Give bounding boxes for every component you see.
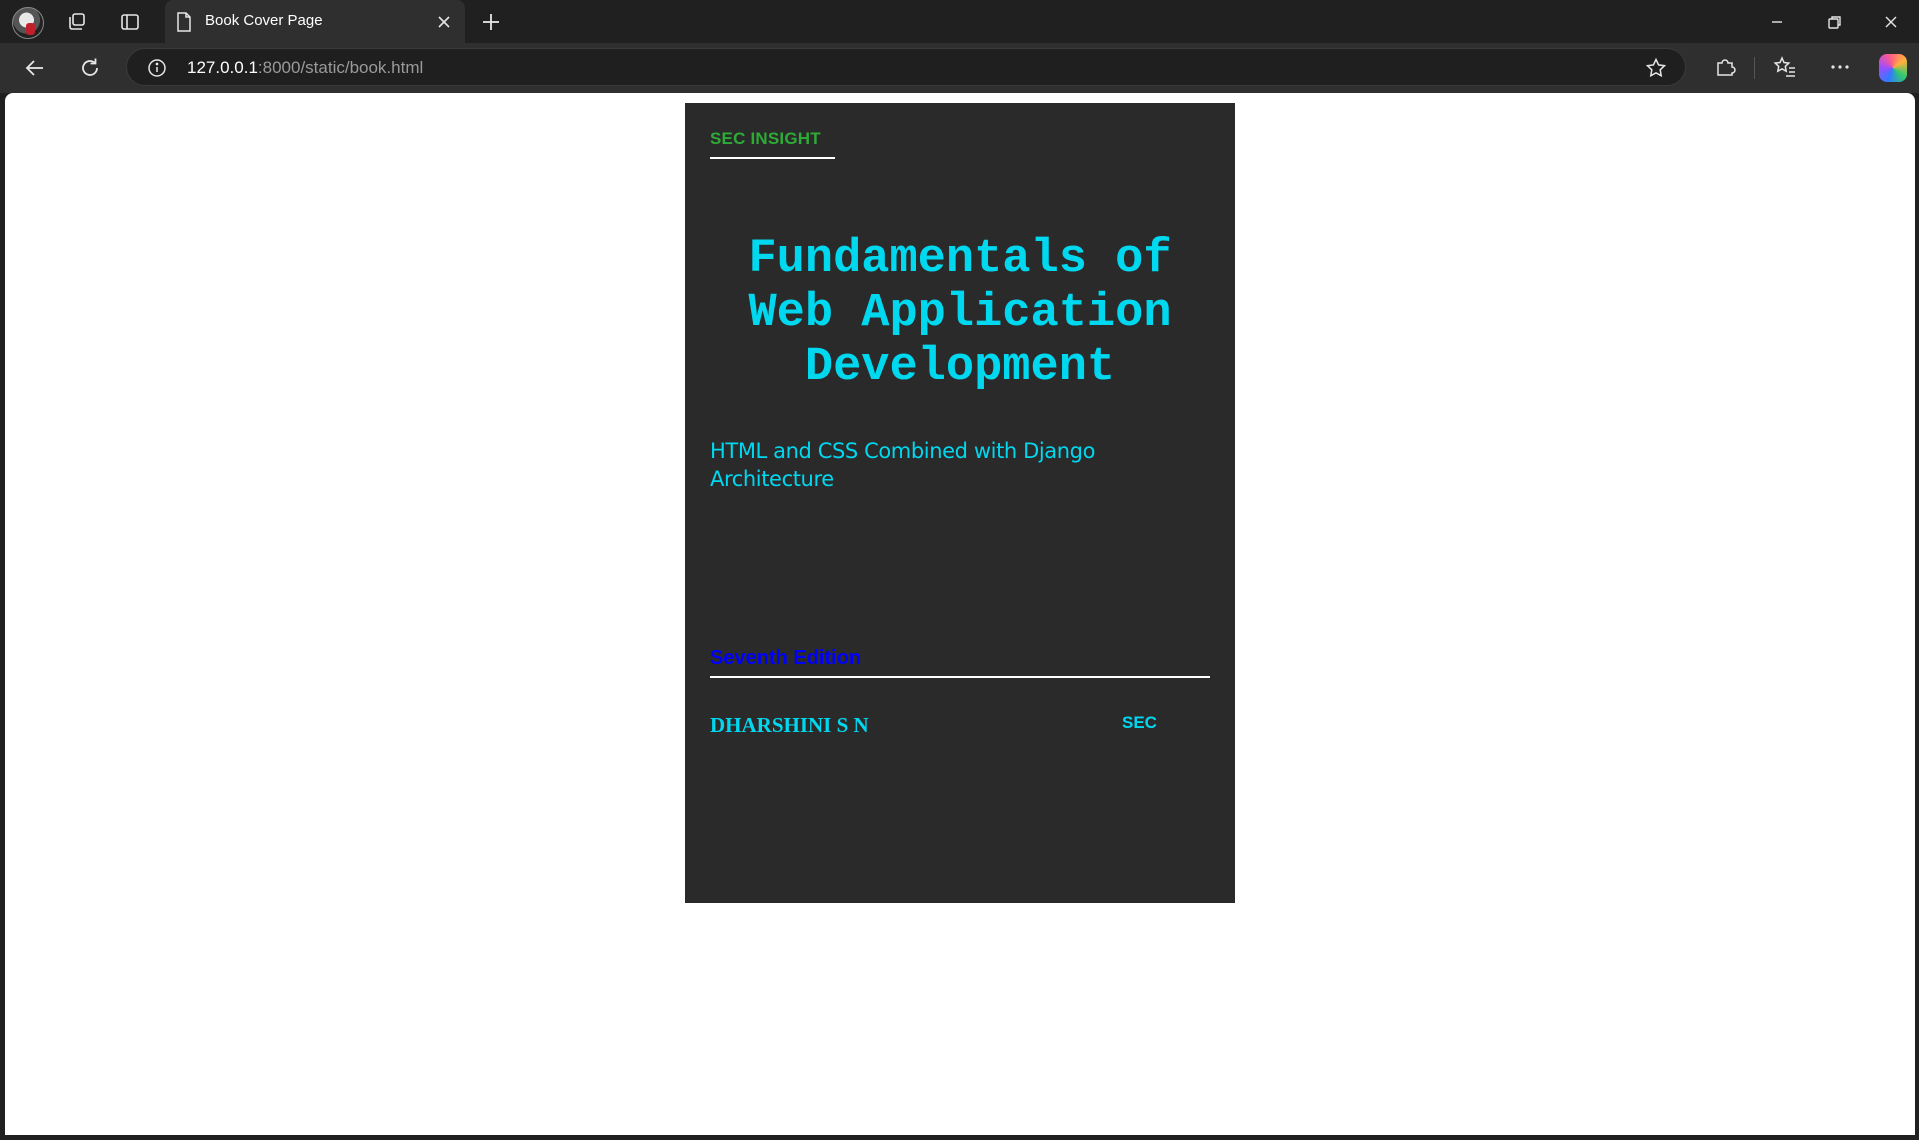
- url-host: 127.0.0.1: [187, 58, 258, 77]
- close-window-icon[interactable]: [1878, 9, 1904, 35]
- profile-avatar[interactable]: [12, 7, 44, 39]
- restore-icon[interactable]: [1821, 9, 1847, 35]
- more-options-icon[interactable]: [1827, 54, 1853, 80]
- edition-label: Seventh Edition: [710, 647, 1210, 678]
- vertical-tabs-icon[interactable]: [117, 9, 143, 35]
- toolbar-separator: [1754, 57, 1755, 79]
- close-tab-icon[interactable]: [435, 13, 453, 31]
- title-line: Development: [804, 341, 1116, 394]
- browser-toolbar: 127.0.0.1:8000/static/book.html: [0, 43, 1919, 93]
- workspaces-icon[interactable]: [64, 9, 90, 35]
- extensions-icon[interactable]: [1712, 54, 1738, 80]
- favorite-star-icon[interactable]: [1645, 57, 1667, 79]
- address-bar[interactable]: 127.0.0.1:8000/static/book.html: [126, 48, 1686, 86]
- book-subtitle: HTML and CSS Combined with Django Archit…: [710, 437, 1130, 493]
- title-line: Web Application: [748, 287, 1172, 340]
- copilot-icon[interactable]: [1879, 54, 1907, 82]
- favorites-icon[interactable]: [1772, 54, 1798, 80]
- brand-label: SEC INSIGHT: [710, 129, 835, 159]
- author-name: DHARSHINI S N: [710, 713, 869, 737]
- subtitle-line: Architecture: [710, 467, 834, 491]
- active-tab[interactable]: Book Cover Page: [165, 0, 465, 43]
- page-viewport: SEC INSIGHT Fundamentals of Web Applicat…: [5, 93, 1915, 1135]
- refresh-icon[interactable]: [76, 54, 104, 82]
- subtitle-line: HTML and CSS Combined with Django: [710, 439, 1096, 463]
- tab-title: Book Cover Page: [205, 12, 323, 29]
- book-title: Fundamentals of Web Application Developm…: [685, 233, 1235, 395]
- site-info-icon[interactable]: [147, 58, 167, 78]
- publisher-label: SEC: [1122, 713, 1157, 732]
- title-line: Fundamentals of: [748, 233, 1172, 286]
- page-icon: [177, 12, 191, 32]
- url-path: :8000/static/book.html: [257, 58, 424, 77]
- url-text[interactable]: 127.0.0.1:8000/static/book.html: [187, 58, 423, 78]
- browser-tab-bar: Book Cover Page: [0, 0, 1919, 43]
- new-tab-icon[interactable]: [478, 9, 504, 35]
- back-arrow-icon[interactable]: [21, 54, 49, 82]
- book-cover: SEC INSIGHT Fundamentals of Web Applicat…: [685, 103, 1235, 903]
- minimize-icon[interactable]: [1764, 9, 1790, 35]
